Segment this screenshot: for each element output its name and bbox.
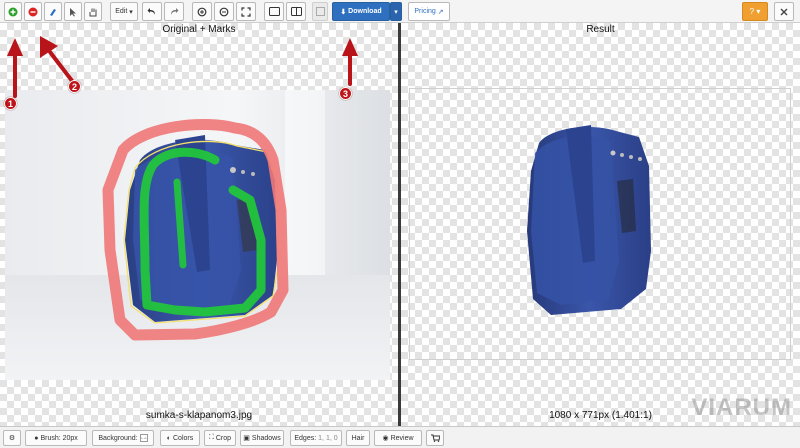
watermark: VIARUM bbox=[691, 394, 792, 421]
redo-icon bbox=[171, 7, 179, 15]
top-toolbar: Edit ▾ ⬇ Download ▾ Pricing ↗ ? ▾ bbox=[0, 0, 800, 23]
result-bag-image bbox=[527, 125, 651, 315]
cursor-icon bbox=[70, 7, 76, 16]
single-view-button[interactable] bbox=[264, 2, 284, 21]
remove-marker-button[interactable] bbox=[24, 2, 42, 21]
caret-down-icon: ▾ bbox=[394, 8, 398, 16]
minus-circle-icon bbox=[28, 7, 38, 16]
single-pane-icon bbox=[268, 7, 280, 16]
save-button[interactable] bbox=[312, 2, 328, 21]
edges-label: Edges: bbox=[294, 434, 317, 442]
pan-button[interactable] bbox=[84, 2, 102, 21]
download-options-button[interactable]: ▾ bbox=[390, 2, 402, 21]
split-view-button[interactable] bbox=[286, 2, 306, 21]
background-label: Background: bbox=[98, 434, 138, 442]
edit-menu-button[interactable]: Edit ▾ bbox=[110, 2, 138, 21]
undo-icon bbox=[147, 7, 155, 15]
gear-icon: ⚙ bbox=[8, 435, 16, 442]
original-pane[interactable]: Original + Marks sumka-s-klapanom3.jpg 1… bbox=[0, 23, 398, 426]
redo-button[interactable] bbox=[164, 2, 184, 21]
download-button[interactable]: ⬇ Download bbox=[332, 2, 390, 21]
zoom-out-icon bbox=[219, 7, 229, 16]
shadows-button[interactable]: ▣ Shadows bbox=[240, 430, 284, 446]
close-button[interactable] bbox=[774, 2, 794, 21]
undo-button[interactable] bbox=[142, 2, 162, 21]
pricing-link[interactable]: Pricing ↗ bbox=[408, 2, 450, 21]
keep-marker-button[interactable] bbox=[4, 2, 22, 21]
fit-screen-button[interactable] bbox=[236, 2, 256, 21]
annotation-badge-3: 3 bbox=[339, 87, 352, 100]
close-icon bbox=[780, 8, 788, 15]
plus-circle-icon bbox=[8, 7, 18, 16]
original-photo[interactable] bbox=[5, 90, 390, 380]
bottom-toolbar: ⚙ ● Brush: 20px Background: ◐ Colors ⛶ Crop… bbox=[0, 426, 800, 448]
zoom-in-button[interactable] bbox=[192, 2, 212, 21]
hair-label: Hair bbox=[351, 434, 365, 442]
split-pane-icon bbox=[290, 7, 302, 16]
result-pane-title: Result bbox=[586, 24, 615, 35]
zoom-in-icon bbox=[197, 7, 207, 16]
save-icon bbox=[315, 7, 325, 16]
select-button[interactable] bbox=[64, 2, 82, 21]
edges-button[interactable]: Edges: 1, 1, 0 bbox=[290, 430, 342, 446]
shadows-icon: ▣ bbox=[243, 435, 250, 442]
external-link-icon: ↗ bbox=[435, 8, 444, 16]
download-icon: ⬇ bbox=[340, 8, 349, 16]
colors-button[interactable]: ◐ Colors bbox=[160, 430, 200, 446]
cart-button[interactable] bbox=[426, 430, 444, 446]
crop-icon: ⛶ bbox=[208, 434, 214, 441]
colors-icon: ◐ bbox=[166, 434, 171, 442]
eraser-icon bbox=[50, 8, 56, 16]
annotation-arrow-3 bbox=[342, 38, 358, 86]
eye-icon: ◉ bbox=[382, 435, 389, 442]
pricing-label: Pricing bbox=[414, 8, 436, 15]
caret-down-icon: ▾ bbox=[127, 8, 133, 16]
crop-button[interactable]: ⛶ Crop bbox=[204, 430, 236, 446]
hair-button[interactable]: Hair bbox=[346, 430, 370, 446]
original-filename: sumka-s-klapanom3.jpg bbox=[145, 410, 253, 421]
download-label: Download bbox=[348, 8, 382, 15]
crop-label: Crop bbox=[215, 434, 232, 442]
review-button[interactable]: ◉ Review bbox=[374, 430, 422, 446]
background-button[interactable]: Background: bbox=[92, 430, 154, 446]
brush-label: Brush: 20px bbox=[40, 434, 78, 442]
annotation-badge-2: 2 bbox=[68, 80, 81, 93]
help-button[interactable]: ? ▾ bbox=[742, 2, 768, 21]
fit-screen-icon bbox=[241, 6, 251, 17]
annotation-arrow-1 bbox=[7, 38, 23, 98]
brush-size-button[interactable]: ● Brush: 20px bbox=[25, 430, 87, 446]
brush-dot-icon: ● bbox=[34, 434, 39, 442]
zoom-out-button[interactable] bbox=[214, 2, 234, 21]
shadows-label: Shadows bbox=[251, 434, 281, 442]
background-swatch bbox=[139, 434, 148, 442]
result-pane[interactable]: Result 1080 x 771px (1.401:1) VIARUM bbox=[401, 23, 800, 426]
edges-value: 1, 1, 0 bbox=[318, 434, 338, 442]
settings-button[interactable]: ⚙ bbox=[3, 430, 21, 446]
annotation-badge-1: 1 bbox=[4, 97, 17, 110]
eraser-button[interactable] bbox=[44, 2, 62, 21]
colors-label: Colors bbox=[173, 434, 194, 442]
cart-icon bbox=[430, 434, 440, 442]
review-label: Review bbox=[390, 434, 414, 442]
edit-label: Edit bbox=[115, 8, 128, 15]
hand-icon bbox=[89, 8, 97, 16]
caret-down-icon: ▾ bbox=[754, 7, 761, 16]
